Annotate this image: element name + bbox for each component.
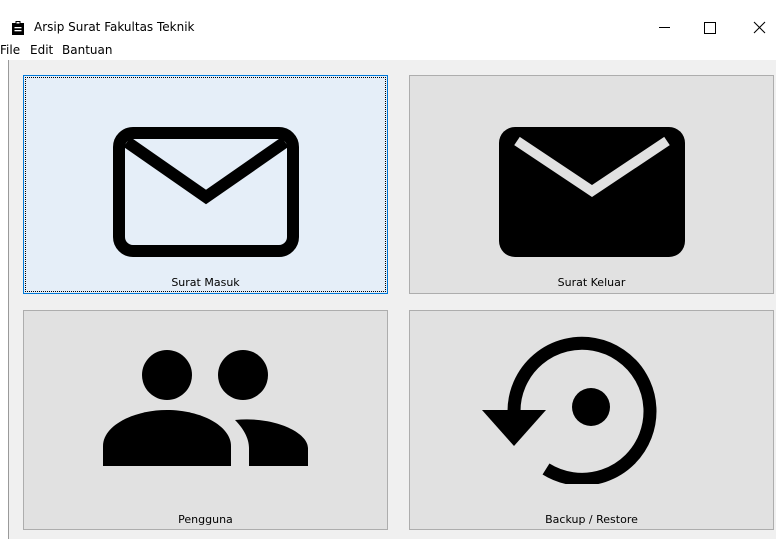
maximize-icon <box>704 22 716 34</box>
backup-restore-button[interactable]: Backup / Restore <box>409 310 774 530</box>
backup-restore-label: Backup / Restore <box>545 513 638 526</box>
title-bar[interactable]: Arsip Surat Fakultas Teknik <box>0 0 776 40</box>
envelope-outline-icon <box>113 127 299 257</box>
menu-edit[interactable]: Edit <box>30 43 53 58</box>
users-icon <box>103 350 308 466</box>
maximize-button[interactable] <box>687 10 733 40</box>
surat-masuk-label: Surat Masuk <box>171 276 240 289</box>
menu-bantuan[interactable]: Bantuan <box>62 43 112 58</box>
menu-bar: File Edit Bantuan <box>0 41 776 59</box>
window-title: Arsip Surat Fakultas Teknik <box>34 20 195 34</box>
minimize-button[interactable] <box>641 10 687 40</box>
surat-keluar-button[interactable]: Surat Keluar <box>409 75 774 294</box>
surat-keluar-label: Surat Keluar <box>557 276 626 289</box>
client-area: Surat Masuk Surat Keluar Pengguna Backup… <box>8 60 776 539</box>
close-icon <box>753 21 766 34</box>
clipboard-icon <box>12 21 24 35</box>
pengguna-button[interactable]: Pengguna <box>23 310 388 530</box>
pengguna-label: Pengguna <box>178 513 233 526</box>
menu-file[interactable]: File <box>0 43 20 58</box>
envelope-filled-icon <box>499 127 685 257</box>
restore-icon <box>482 336 657 484</box>
main-window: Arsip Surat Fakultas Teknik File Edit Ba… <box>0 0 776 539</box>
surat-masuk-button[interactable]: Surat Masuk <box>23 75 388 294</box>
close-button[interactable] <box>730 10 776 40</box>
minimize-icon <box>659 27 670 28</box>
